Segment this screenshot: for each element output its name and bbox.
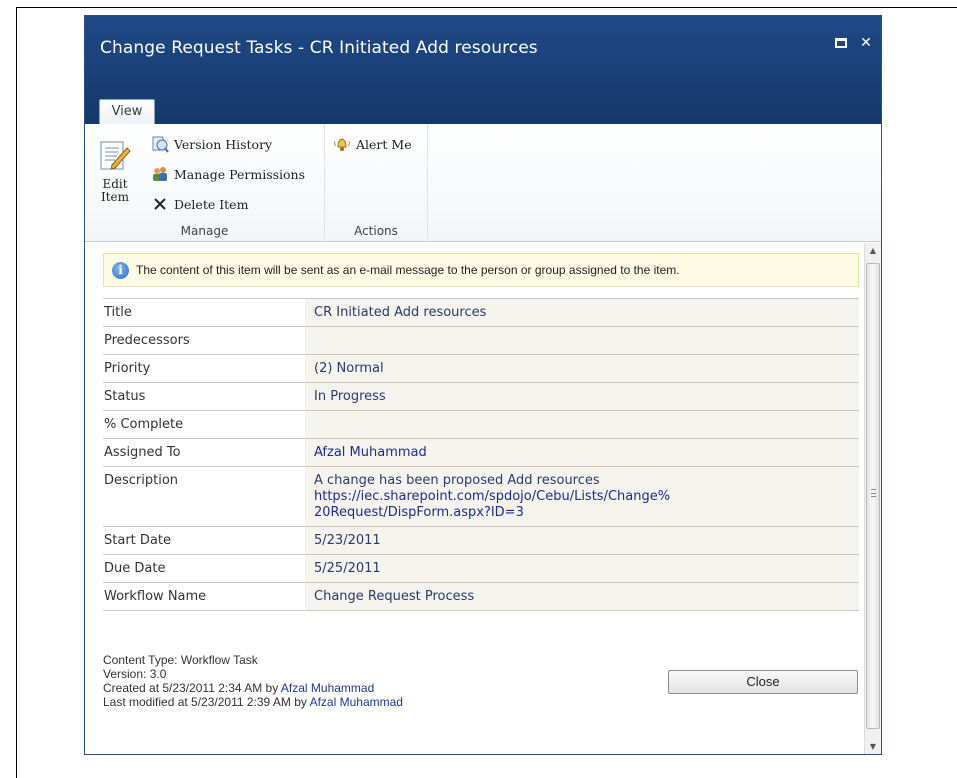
close-icon[interactable]: ✕ — [859, 36, 873, 50]
field-label: Description — [103, 466, 305, 527]
created-by-link[interactable]: Afzal Muhammad — [281, 681, 374, 695]
scroll-down-arrow-icon[interactable]: ▼ — [865, 739, 881, 754]
alert-me-label: Alert Me — [356, 136, 412, 152]
field-value: In Progress — [305, 382, 859, 411]
table-row: Description A change has been proposed A… — [103, 466, 859, 527]
edit-item-icon — [98, 138, 132, 172]
modified-by-link[interactable]: Afzal Muhammad — [310, 695, 403, 709]
scroll-thumb[interactable] — [866, 263, 880, 729]
version: Version: 3.0 — [103, 667, 167, 681]
description-link[interactable]: https://iec.sharepoint.com/spdojo/Cebu/L… — [314, 489, 859, 521]
delete-item-label: Delete Item — [174, 196, 249, 212]
task-dialog: Change Request Tasks - CR Initiated Add … — [84, 15, 882, 755]
notice-text: The content of this item will be sent as… — [136, 263, 680, 277]
field-label: Workflow Name — [103, 582, 305, 611]
scroll-up-arrow-icon[interactable]: ▲ — [865, 243, 881, 259]
dialog-titlebar: Change Request Tasks - CR Initiated Add … — [85, 16, 881, 125]
field-label: Title — [103, 298, 305, 327]
field-value — [305, 410, 859, 439]
field-label: Start Date — [103, 526, 305, 555]
maximize-icon[interactable] — [835, 36, 849, 50]
field-value: 5/25/2011 — [305, 554, 859, 583]
edit-item-button[interactable]: Edit Item — [94, 138, 136, 204]
table-row: Status In Progress — [103, 382, 859, 411]
actions-group-label: Actions — [354, 224, 398, 238]
alert-bell-icon — [333, 135, 351, 153]
edit-item-label: Edit Item — [100, 177, 130, 204]
table-row: Title CR Initiated Add resources — [103, 298, 859, 327]
field-value: CR Initiated Add resources — [305, 298, 859, 327]
ribbon-group-actions: Alert Me Actions — [325, 124, 428, 242]
ribbon: Edit Item Version History Manage Permiss… — [85, 124, 881, 242]
manage-group-label: Manage — [180, 224, 229, 238]
field-label: Assigned To — [103, 438, 305, 467]
field-label: Status — [103, 382, 305, 411]
properties-table: Title CR Initiated Add resources Predece… — [103, 298, 859, 611]
field-value: 5/23/2011 — [305, 526, 859, 555]
table-row: Start Date 5/23/2011 — [103, 526, 859, 555]
item-metadata: Content Type: Workflow Task Version: 3.0… — [103, 653, 403, 709]
version-history-icon — [151, 135, 169, 153]
field-value — [305, 326, 859, 355]
created-text: Created at 5/23/2011 2:34 AM by — [103, 681, 281, 695]
field-label: Predecessors — [103, 326, 305, 355]
assigned-to-link[interactable]: Afzal Muhammad — [314, 445, 427, 460]
modified-text: Last modified at 5/23/2011 2:39 AM by — [103, 695, 310, 709]
created-line: Created at 5/23/2011 2:34 AM by Afzal Mu… — [103, 681, 403, 695]
modified-line: Last modified at 5/23/2011 2:39 AM by Af… — [103, 695, 403, 709]
ribbon-group-manage: Edit Item Version History Manage Permiss… — [85, 124, 325, 242]
field-value: Change Request Process — [305, 582, 859, 611]
delete-item-button[interactable]: Delete Item — [151, 194, 248, 214]
description-link-line2: 20Request/DispForm.aspx?ID=3 — [314, 505, 524, 520]
version-history-button[interactable]: Version History — [151, 134, 272, 154]
table-row: % Complete — [103, 410, 859, 439]
manage-permissions-button[interactable]: Manage Permissions — [151, 164, 305, 184]
field-label: Due Date — [103, 554, 305, 583]
window-buttons: ✕ — [835, 36, 873, 50]
vertical-scrollbar[interactable]: ▲ ▼ — [864, 243, 881, 754]
table-row: Predecessors — [103, 326, 859, 355]
dialog-title: Change Request Tasks - CR Initiated Add … — [100, 38, 538, 58]
table-row: Priority (2) Normal — [103, 354, 859, 383]
manage-permissions-icon — [151, 165, 169, 183]
info-notice: i The content of this item will be sent … — [103, 253, 859, 287]
table-row: Assigned To Afzal Muhammad — [103, 438, 859, 467]
dialog-content: i The content of this item will be sent … — [85, 243, 864, 754]
tab-view[interactable]: View — [99, 99, 155, 125]
close-button[interactable]: Close — [668, 670, 858, 694]
info-icon: i — [112, 261, 129, 279]
delete-icon — [151, 195, 169, 213]
field-value: (2) Normal — [305, 354, 859, 383]
table-row: Workflow Name Change Request Process — [103, 582, 859, 611]
manage-permissions-label: Manage Permissions — [174, 166, 306, 182]
field-label: Priority — [103, 354, 305, 383]
description-text: A change has been proposed Add resources — [314, 473, 600, 488]
table-row: Due Date 5/25/2011 — [103, 554, 859, 583]
content-type: Content Type: Workflow Task — [103, 653, 258, 667]
version-history-label: Version History — [174, 136, 273, 152]
description-link-line1: https://iec.sharepoint.com/spdojo/Cebu/L… — [314, 489, 671, 504]
alert-me-button[interactable]: Alert Me — [333, 134, 412, 154]
field-label: % Complete — [103, 410, 305, 439]
